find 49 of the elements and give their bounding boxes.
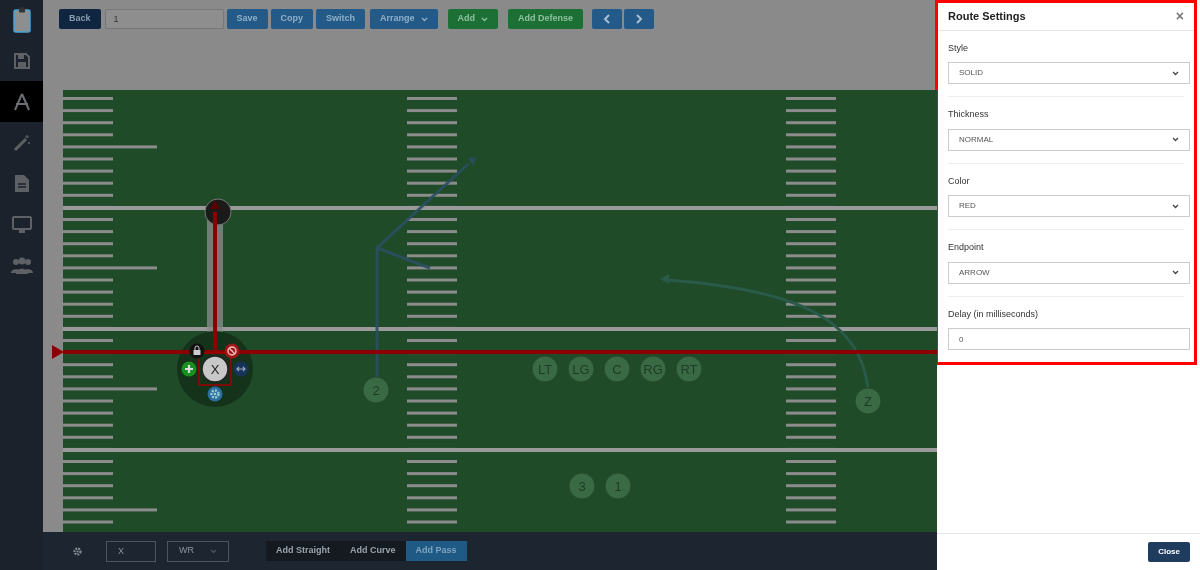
field-label: Style: [948, 41, 969, 55]
monitor-icon: [11, 215, 32, 234]
toolbar-button[interactable]: Copy: [270, 9, 314, 29]
clipboard-icon: [12, 7, 31, 33]
select-field[interactable]: ARROW: [948, 261, 1190, 284]
sidebar-item[interactable]: [0, 81, 43, 122]
next-button[interactable]: [624, 9, 655, 29]
caret-icon: [1172, 70, 1179, 76]
caret-icon: [210, 548, 217, 554]
settings-icon[interactable]: [73, 546, 82, 556]
chevron-right-icon: [635, 14, 644, 24]
magic-wand-icon: [12, 133, 31, 152]
settings-icon[interactable]: [207, 386, 223, 402]
close-button[interactable]: Close: [1148, 542, 1190, 562]
caret-icon: [1172, 203, 1179, 209]
previous-button[interactable]: [592, 9, 623, 29]
route-type-button[interactable]: Add Straight: [266, 541, 340, 561]
select-field[interactable]: RED: [948, 195, 1190, 217]
toolbar-button[interactable]: Save: [226, 9, 268, 29]
toolbar-button[interactable]: Switch: [316, 9, 366, 29]
block-icon[interactable]: [224, 343, 240, 359]
back-button[interactable]: Back: [59, 9, 101, 29]
caret-icon: [1172, 137, 1179, 142]
input-field[interactable]: 0: [948, 328, 1190, 350]
panel-title: Route Settings: [948, 9, 1026, 24]
lock-icon[interactable]: [189, 343, 205, 359]
route-type-button[interactable]: Add Pass: [405, 541, 467, 561]
label-field[interactable]: X: [106, 540, 156, 562]
select-field[interactable]: NORMAL: [948, 128, 1190, 151]
field-label: Delay (in milliseconds): [948, 307, 1040, 321]
field-label: Thickness: [948, 108, 990, 121]
caret-icon: [481, 16, 489, 22]
position-select[interactable]: WR: [167, 540, 229, 562]
field-label: Color: [948, 174, 971, 188]
chevron-left-icon: [603, 14, 612, 24]
select-field[interactable]: SOLID: [948, 62, 1190, 84]
plus-icon[interactable]: [181, 361, 197, 377]
player-marker[interactable]: X: [198, 352, 232, 386]
group-icon: [10, 256, 33, 275]
route-type-button[interactable]: Add Curve: [340, 541, 406, 561]
document-icon: [13, 174, 30, 193]
toolbar-button[interactable]: Add Defense: [508, 9, 584, 29]
field-label: Endpoint: [948, 241, 985, 254]
toolbar-button[interactable]: Add: [447, 9, 499, 29]
close-button[interactable]: ×: [1175, 9, 1184, 24]
caret-icon: [420, 16, 428, 22]
caret-icon: [1172, 270, 1179, 275]
toolbar-button[interactable]: Arrange: [370, 9, 438, 29]
play-name-field[interactable]: 1: [104, 9, 224, 29]
